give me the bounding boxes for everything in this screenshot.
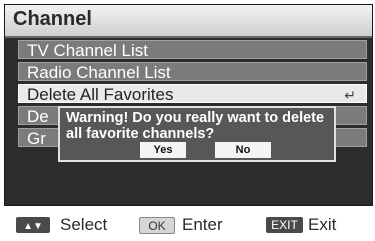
menu-item-label: Gr xyxy=(27,129,46,147)
enter-hint: Enter xyxy=(182,215,223,234)
select-hint: Select xyxy=(60,215,108,234)
menu-item-delete-all-favorites[interactable]: Delete All Favorites ↵ xyxy=(18,84,367,103)
title-bar: Channel xyxy=(5,5,372,38)
footer-hints: ▲▼ Select OK Enter EXIT Exit xyxy=(0,210,375,241)
ok-key-icon: OK xyxy=(139,217,175,234)
enter-return-icon: ↵ xyxy=(344,87,356,103)
up-down-arrow-key-icon: ▲▼ xyxy=(16,217,50,233)
no-button[interactable]: No xyxy=(215,142,271,158)
menu-item-label: Delete All Favorites xyxy=(27,85,174,103)
tv-menu-screen: Channel TV Channel List Radio Channel Li… xyxy=(4,4,373,206)
menu-item-radio-channel-list[interactable]: Radio Channel List xyxy=(18,62,367,81)
page-title: Channel xyxy=(13,8,92,30)
menu-item-tv-channel-list[interactable]: TV Channel List xyxy=(18,40,367,59)
menu-item-label: De xyxy=(27,107,49,125)
yes-button[interactable]: Yes xyxy=(140,142,186,158)
warning-dialog: Warning! Do you really want to delete al… xyxy=(58,106,336,162)
menu-item-label: Radio Channel List xyxy=(27,63,171,81)
exit-hint: Exit xyxy=(308,215,337,234)
menu-item-label: TV Channel List xyxy=(27,41,148,59)
exit-key-icon: EXIT xyxy=(266,217,303,233)
warning-message: Warning! Do you really want to delete al… xyxy=(66,110,325,142)
